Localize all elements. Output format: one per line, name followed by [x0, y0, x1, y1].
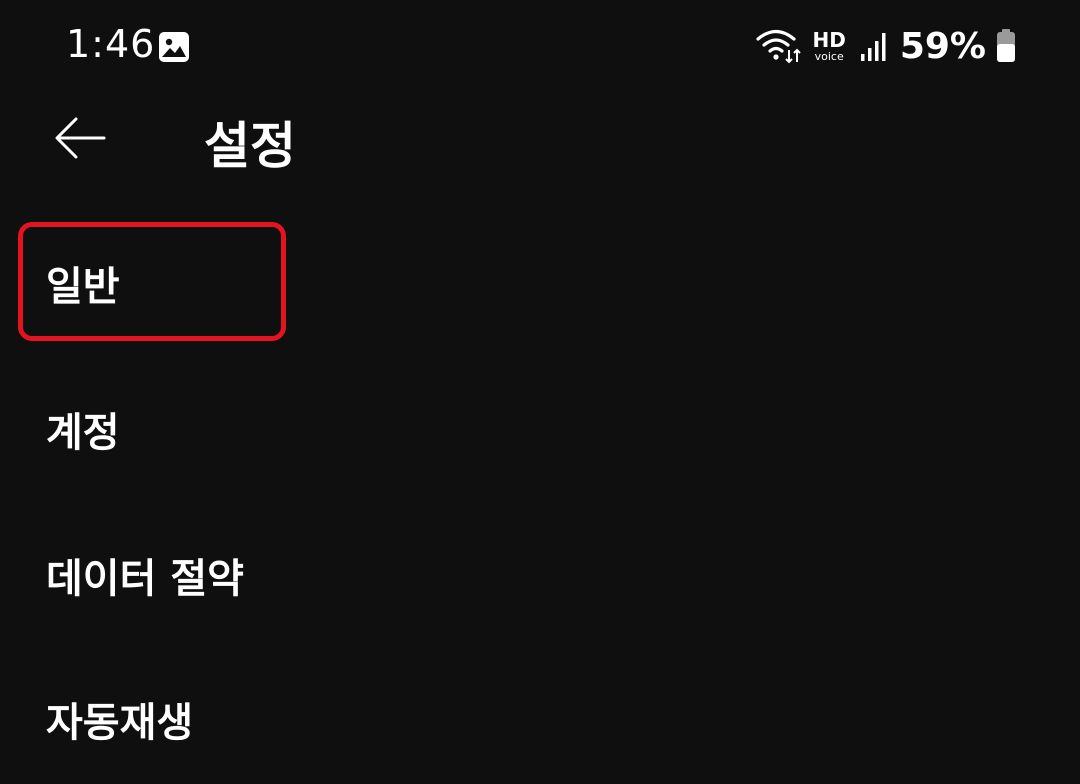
hd-voice-indicator: HD voice	[812, 30, 845, 62]
settings-item-account[interactable]: 계정	[0, 364, 1080, 494]
back-button[interactable]	[48, 108, 112, 172]
status-time: 1:46	[66, 22, 156, 66]
settings-item-general[interactable]: 일반	[0, 218, 1080, 348]
back-arrow-icon	[54, 115, 106, 165]
signal-icon	[860, 30, 890, 62]
page-title: 설정	[204, 117, 296, 175]
gallery-icon	[158, 31, 190, 63]
wifi-icon	[756, 28, 802, 64]
settings-item-data-saver[interactable]: 데이터 절약	[0, 510, 1080, 640]
settings-item-label: 데이터 절약	[46, 556, 244, 602]
settings-item-label: 자동재생	[46, 700, 194, 746]
battery-icon	[996, 29, 1016, 63]
settings-item-label: 계정	[46, 410, 120, 456]
status-bar: 1:46 HD voice 59%	[0, 0, 1080, 96]
app-bar: 설정	[0, 96, 1080, 206]
hd-label: HD	[812, 28, 846, 52]
settings-item-autoplay[interactable]: 자동재생	[0, 654, 1080, 784]
status-icons: HD voice 59%	[756, 25, 1016, 67]
battery-percent: 59%	[899, 25, 986, 67]
highlight-box	[18, 222, 286, 341]
voice-label: voice	[814, 50, 844, 63]
